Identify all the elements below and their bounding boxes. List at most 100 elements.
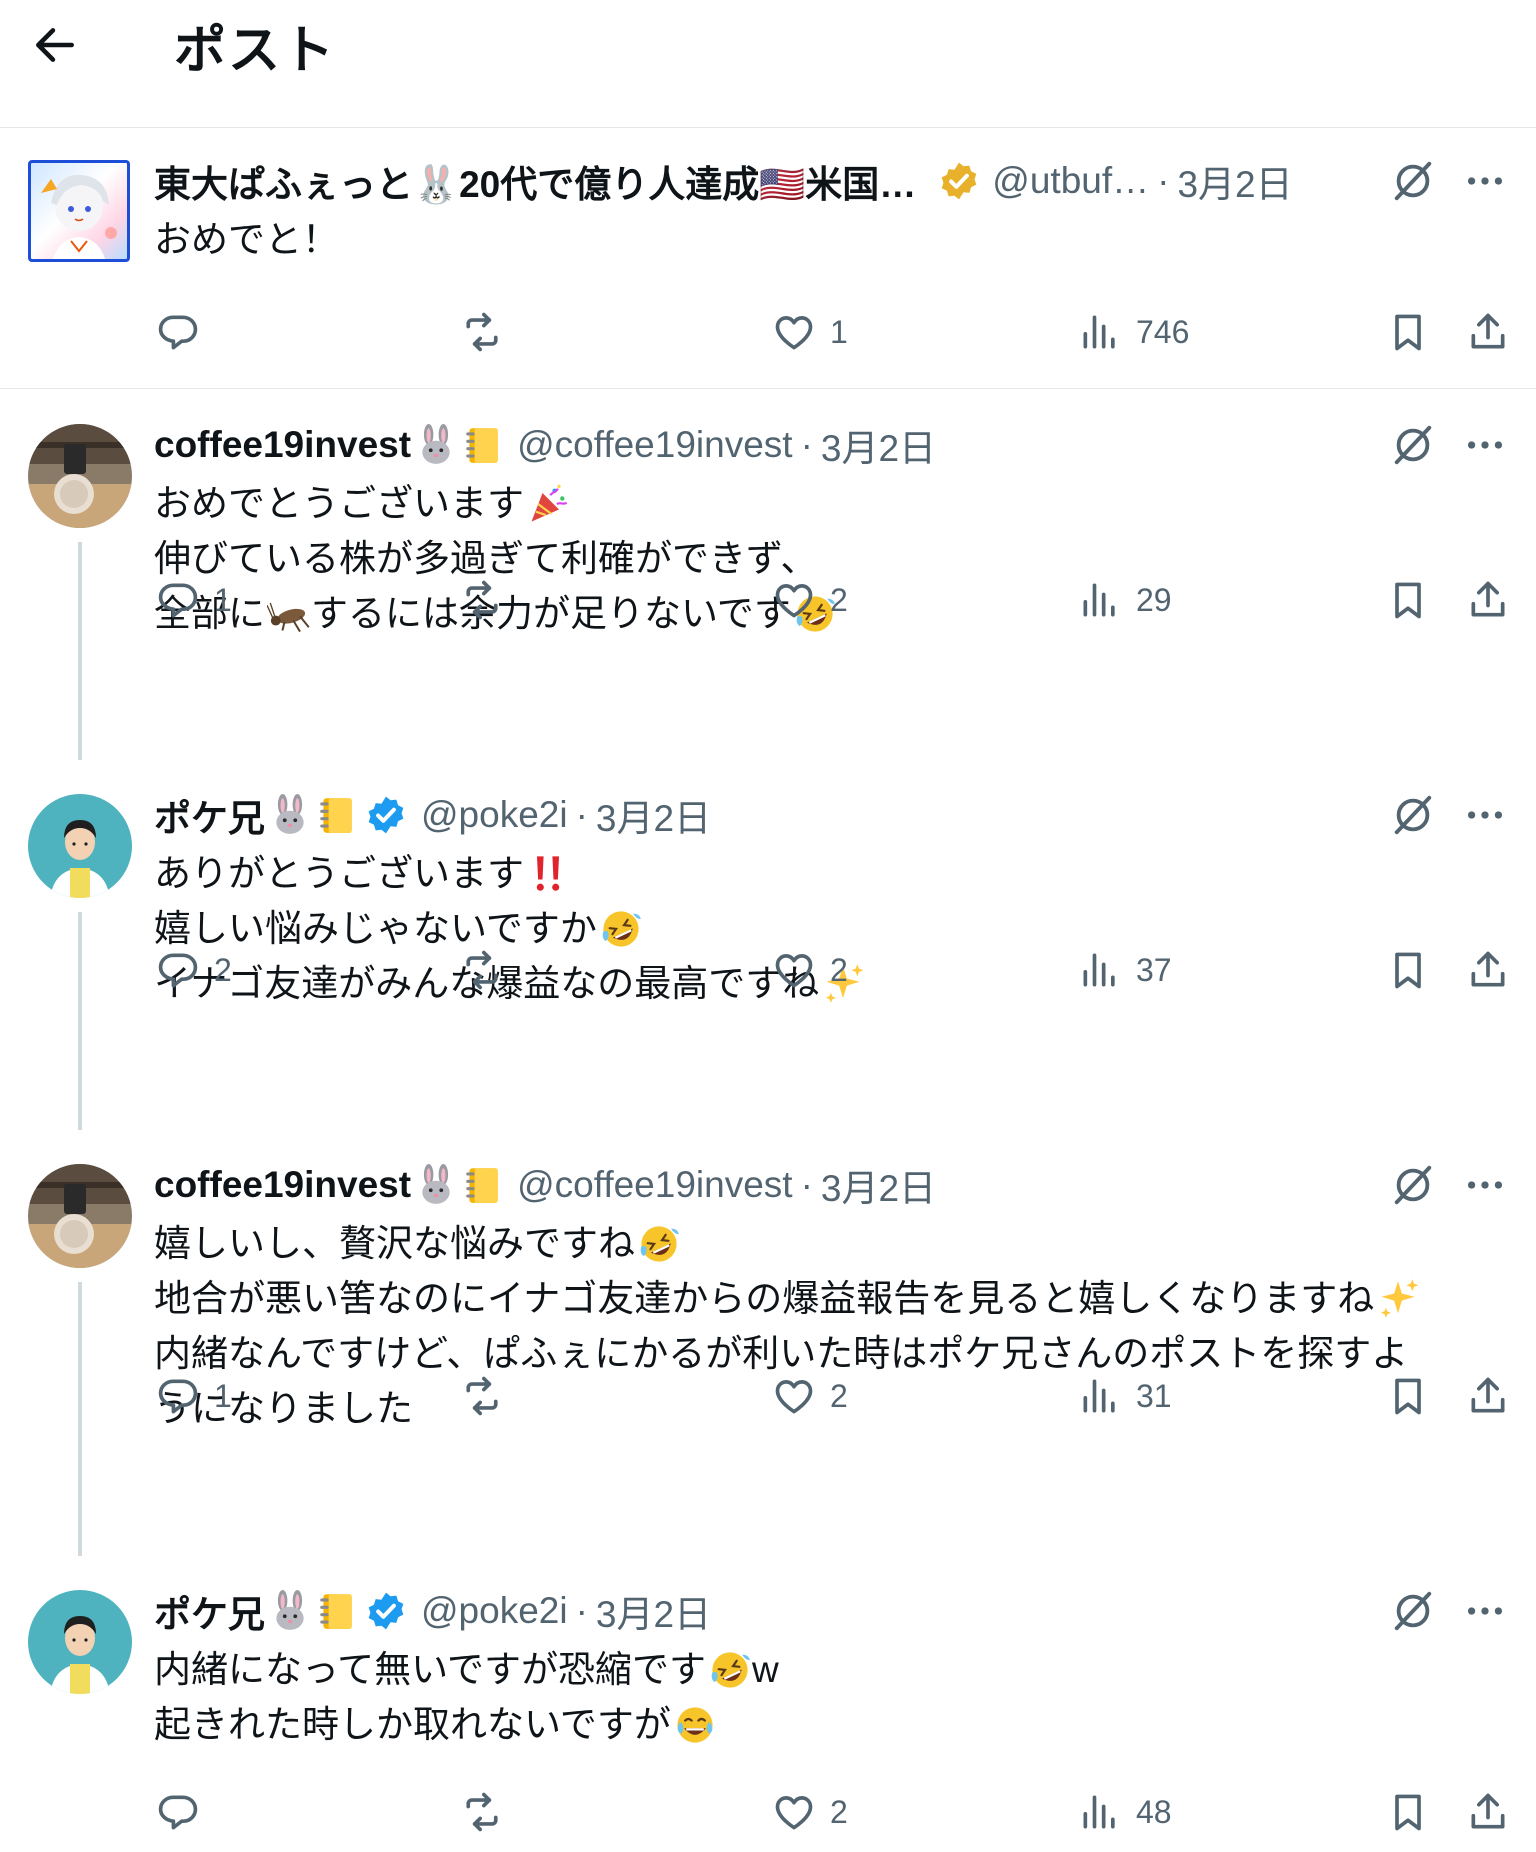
rofl-icon xyxy=(708,1648,752,1692)
heart-icon xyxy=(772,1374,816,1418)
share-button[interactable] xyxy=(1466,304,1510,360)
post-date[interactable]: 3月2日 xyxy=(596,1584,711,1638)
avatar[interactable] xyxy=(28,1164,132,1268)
grok-icon[interactable] xyxy=(1390,1162,1436,1208)
post-header: ポケ兄 @poke2i · 3月2日 xyxy=(154,1584,711,1638)
share-button[interactable] xyxy=(1466,1368,1510,1424)
like-count: 2 xyxy=(830,951,848,988)
repost-button[interactable] xyxy=(460,304,518,360)
views-button[interactable]: 29 xyxy=(1078,572,1172,628)
share-button[interactable] xyxy=(1466,572,1510,628)
avatar[interactable] xyxy=(28,1590,132,1694)
grok-icon[interactable] xyxy=(1390,1588,1436,1634)
post-thread-page: ポスト 東大ぱふぇっと🐰20代で億り人達成🇺🇸米国… @utbuf… · 3月2… xyxy=(0,0,1536,1852)
repost-button[interactable] xyxy=(460,572,518,628)
views-count: 29 xyxy=(1136,581,1172,618)
reply-button[interactable]: 1 xyxy=(156,1368,232,1424)
user-handle[interactable]: @poke2i xyxy=(421,794,568,836)
verified-gold-icon[interactable] xyxy=(938,160,980,202)
display-name[interactable]: ポケ兄 xyxy=(154,788,265,842)
reply-button[interactable] xyxy=(156,304,214,360)
more-icon[interactable] xyxy=(1462,792,1508,838)
reply-icon xyxy=(156,1790,200,1834)
avatar[interactable] xyxy=(28,160,130,262)
more-icon[interactable] xyxy=(1462,422,1508,468)
joy-icon xyxy=(673,1703,717,1747)
double-exclamation-icon xyxy=(526,852,570,896)
bookmark-button[interactable] xyxy=(1386,1368,1430,1424)
post-header: 東大ぱふぇっと🐰20代で億り人達成🇺🇸米国… @utbuf… · 3月2日 xyxy=(154,154,1293,208)
post-date[interactable]: 3月2日 xyxy=(821,418,936,472)
avatar[interactable] xyxy=(28,424,132,528)
user-handle[interactable]: @coffee19invest xyxy=(517,1164,793,1206)
reply-button[interactable]: 2 xyxy=(156,942,232,998)
like-button[interactable]: 1 xyxy=(772,304,848,360)
sparkles-icon xyxy=(1376,1277,1420,1321)
repost-button[interactable] xyxy=(460,1784,518,1840)
text-segment: 内緒になって無いですが恐縮です xyxy=(154,1649,707,1690)
notebook-icon xyxy=(461,424,503,466)
rabbit-icon xyxy=(269,794,311,836)
views-icon xyxy=(1078,1790,1122,1834)
reply-icon xyxy=(156,948,200,992)
reply-post: ポケ兄 @poke2i · 3月2日 ありがとうございます 嬉しい悩みじゃないで… xyxy=(0,762,1536,1130)
avatar[interactable] xyxy=(28,794,132,898)
verified-blue-icon[interactable] xyxy=(365,794,407,836)
views-button[interactable]: 37 xyxy=(1078,942,1172,998)
user-handle[interactable]: @utbuf… xyxy=(992,160,1149,202)
post-header: coffee19invest @coffee19invest · 3月2日 xyxy=(154,418,936,472)
share-icon xyxy=(1466,310,1510,354)
like-button[interactable]: 2 xyxy=(772,1368,848,1424)
repost-icon xyxy=(460,1374,504,1418)
grok-icon[interactable] xyxy=(1390,792,1436,838)
grok-icon[interactable] xyxy=(1390,158,1436,204)
post-date[interactable]: 3月2日 xyxy=(596,788,711,842)
text-segment: おめでとうございます xyxy=(154,483,524,524)
back-button[interactable] xyxy=(30,20,80,70)
bookmark-button[interactable] xyxy=(1386,572,1430,628)
reply-count: 1 xyxy=(214,1377,232,1414)
views-count: 48 xyxy=(1136,1793,1172,1830)
views-button[interactable]: 48 xyxy=(1078,1784,1172,1840)
action-bar: 2 48 xyxy=(0,1784,1536,1840)
top-header: ポスト xyxy=(0,0,1536,128)
repost-button[interactable] xyxy=(460,1368,518,1424)
reply-button[interactable]: 1 xyxy=(156,572,232,628)
display-name[interactable]: 東大ぱふぇっと🐰20代で億り人達成🇺🇸米国… xyxy=(154,154,916,208)
repost-icon xyxy=(460,948,504,992)
post-date[interactable]: 3月2日 xyxy=(1177,154,1292,208)
bookmark-button[interactable] xyxy=(1386,942,1430,998)
reply-icon xyxy=(156,310,200,354)
repost-icon xyxy=(460,310,504,354)
views-button[interactable]: 31 xyxy=(1078,1368,1172,1424)
display-name[interactable]: ポケ兄 xyxy=(154,1584,265,1638)
post-text: おめでと！ xyxy=(154,212,339,267)
reply-button[interactable] xyxy=(156,1784,214,1840)
views-button[interactable]: 746 xyxy=(1078,304,1189,360)
bookmark-button[interactable] xyxy=(1386,304,1430,360)
more-icon[interactable] xyxy=(1462,1162,1508,1208)
share-button[interactable] xyxy=(1466,1784,1510,1840)
separator-dot: · xyxy=(800,1164,813,1205)
more-icon[interactable] xyxy=(1462,1588,1508,1634)
like-button[interactable]: 2 xyxy=(772,1784,848,1840)
post-date[interactable]: 3月2日 xyxy=(821,1158,936,1212)
text-segment: 起きれた時しか取れないですが xyxy=(154,1704,671,1745)
separator-dot: · xyxy=(1157,160,1170,201)
like-button[interactable]: 2 xyxy=(772,942,848,998)
share-button[interactable] xyxy=(1466,942,1510,998)
separator-dot: · xyxy=(800,424,813,465)
like-button[interactable]: 2 xyxy=(772,572,848,628)
grok-icon[interactable] xyxy=(1390,422,1436,468)
repost-button[interactable] xyxy=(460,942,518,998)
user-handle[interactable]: @coffee19invest xyxy=(517,424,793,466)
notebook-icon xyxy=(315,794,357,836)
user-handle[interactable]: @poke2i xyxy=(421,1590,568,1632)
display-name[interactable]: coffee19invest xyxy=(154,1164,411,1206)
verified-blue-icon[interactable] xyxy=(365,1590,407,1632)
notebook-icon xyxy=(315,1590,357,1632)
display-name[interactable]: coffee19invest xyxy=(154,424,411,466)
heart-icon xyxy=(772,1790,816,1834)
more-icon[interactable] xyxy=(1462,158,1508,204)
bookmark-button[interactable] xyxy=(1386,1784,1430,1840)
